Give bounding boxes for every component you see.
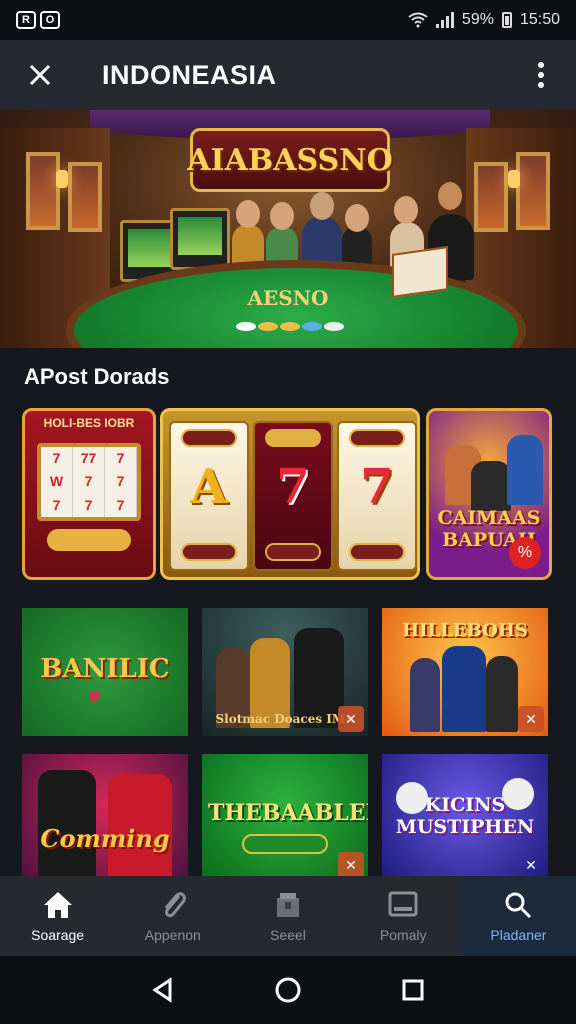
close-button[interactable] [0, 40, 80, 110]
close-icon: ✕ [518, 706, 544, 732]
game-title: HILLEBOHS [402, 620, 528, 641]
nav-item-label: Seeel [270, 927, 306, 943]
wall-painting [26, 152, 60, 230]
game-title: BANILIC [40, 654, 170, 684]
lamp-icon [56, 170, 68, 188]
nav-item-label: Soarage [31, 927, 85, 943]
card-shoe [392, 246, 448, 298]
game-tile[interactable]: BANILIC ♥ [22, 608, 188, 736]
game-title: Comming [40, 824, 170, 853]
recents-icon [402, 979, 424, 1001]
wall-painting [68, 162, 102, 232]
percent-icon: % [509, 537, 541, 569]
game-tile[interactable]: Comming [22, 754, 188, 882]
chip-icon [324, 322, 344, 331]
nav-item-pladaner[interactable]: Pladaner [460, 876, 576, 956]
nav-item-pomaly[interactable]: Pomaly [346, 876, 461, 956]
game-tile[interactable]: Slotmac Doaces IMA ✕ [202, 608, 368, 736]
slot-reel: 7 [253, 421, 333, 571]
game-title: THEBAABLEK [208, 800, 368, 826]
featured-game-card[interactable]: A 7 7 [160, 408, 420, 580]
notification-icon: O [40, 11, 60, 29]
casino-logo: AIABASSNO [187, 128, 393, 192]
mascot-icon [502, 778, 534, 810]
battery-percent: 59% [461, 11, 494, 28]
bottom-navigation: Soarage Appenon Seeel Pomaly Pladaner [0, 876, 576, 956]
chip-icon [258, 322, 278, 331]
lamp-icon [508, 170, 520, 188]
slot-machine [170, 208, 230, 270]
app-bar: INDONEASIA [0, 40, 576, 110]
home-circle-icon [275, 977, 301, 1003]
app-title: INDONEASIA [102, 59, 277, 90]
game-title: HOLI-BES IOBR [43, 416, 135, 430]
featured-game-card[interactable]: HOLI-BES IOBR 7 77 7 W 7 7 7 7 7 [22, 408, 156, 580]
nav-item-label: Appenon [144, 927, 201, 943]
wall-painting [516, 152, 550, 230]
paperclip-icon [156, 889, 190, 921]
slot-reels: 7 77 7 W 7 7 7 7 7 [37, 443, 141, 521]
nav-item-home[interactable]: Soarage [0, 876, 115, 956]
featured-game-card[interactable]: CAIMAAS BAPUAH % [426, 408, 552, 580]
nav-item-label: Pladaner [490, 927, 547, 943]
chip-icon [236, 322, 256, 331]
chip-icon [302, 322, 322, 331]
status-left-icons: R O [16, 11, 60, 29]
notification-icon: R [16, 11, 36, 29]
game-tile[interactable]: THEBAABLEK ✕ [202, 754, 368, 882]
nav-item-seeel[interactable]: Seeel [230, 876, 345, 956]
status-bar: R O 59% 15:50 [0, 0, 576, 40]
home-icon [41, 889, 75, 921]
wifi-icon [408, 12, 428, 28]
close-icon: ✕ [525, 856, 537, 873]
search-icon [501, 889, 535, 921]
back-button[interactable] [143, 970, 183, 1010]
package-icon [271, 889, 305, 921]
tile-banner [242, 834, 328, 854]
table-label: AESNO [247, 286, 329, 310]
recents-button[interactable] [393, 970, 433, 1010]
hero-banner[interactable]: AIABASSNO AESNO [0, 110, 576, 348]
section-title: APost Dorads [24, 364, 170, 389]
status-right-icons: 59% 15:50 [408, 11, 560, 29]
signal-icon [435, 12, 454, 28]
close-icon [29, 64, 51, 86]
back-icon [151, 977, 172, 1003]
nav-item-appenon[interactable]: Appenon [115, 876, 230, 956]
home-button[interactable] [268, 970, 308, 1010]
close-icon: ✕ [338, 706, 364, 732]
chip-icon [280, 322, 300, 331]
nav-item-label: Pomaly [379, 927, 427, 943]
heart-icon: ♥ [88, 684, 102, 709]
wall-painting [474, 162, 508, 232]
system-navigation [0, 956, 576, 1024]
more-vertical-icon [538, 62, 544, 68]
slot-reel: A [169, 421, 249, 571]
computer-icon [386, 889, 420, 921]
mascot-icon [396, 782, 428, 814]
clock: 15:50 [519, 11, 560, 28]
more-menu-button[interactable] [506, 40, 576, 110]
play-button[interactable] [47, 529, 131, 551]
battery-icon [501, 12, 512, 28]
game-tile[interactable]: HILLEBOHS ✕ [382, 608, 548, 736]
close-icon: ✕ [338, 852, 364, 878]
game-tile[interactable]: KICINS MUSTIPHEN ✕ [382, 754, 548, 882]
slot-reel: 7 [337, 421, 417, 571]
